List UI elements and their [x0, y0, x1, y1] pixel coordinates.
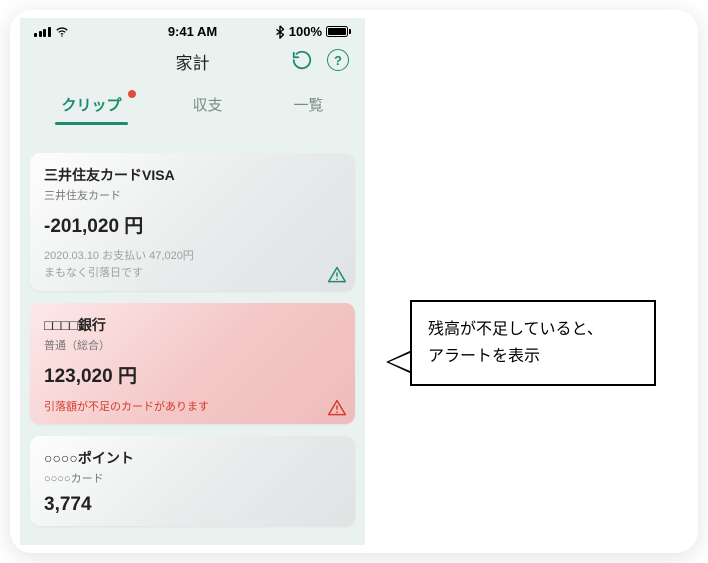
status-left [34, 25, 69, 39]
account-card[interactable]: ○○○○ポイント ○○○○カード 3,774 [30, 436, 355, 526]
signal-icon [34, 27, 51, 37]
card-amount: -201,020 円 [44, 211, 341, 238]
callout-line: アラートを表示 [428, 348, 540, 365]
tab-balance[interactable]: 収支 [180, 86, 234, 125]
battery-percent: 100% [289, 24, 322, 39]
status-bar: 9:41 AM 100% [20, 18, 365, 41]
card-subtitle: ○○○○カード [44, 470, 341, 486]
card-title: 三井住友カードVISA [44, 165, 341, 185]
tab-label: 一覧 [293, 97, 323, 114]
refresh-icon [291, 49, 313, 71]
tab-list[interactable]: 一覧 [281, 86, 335, 125]
tab-label: 収支 [192, 97, 222, 114]
card-warning-text: 引落額が不足のカードがあります [44, 398, 341, 414]
wifi-icon [55, 25, 69, 39]
callout-line: 残高が不足していると、 [428, 321, 603, 338]
card-title: □□□□銀行 [44, 315, 341, 335]
header-actions: ? [289, 47, 351, 73]
card-subtitle: 三井住友カード [44, 187, 341, 203]
alert-triangle-icon [327, 398, 347, 418]
card-title: ○○○○ポイント [44, 448, 341, 468]
help-button[interactable]: ? [325, 47, 351, 73]
bluetooth-icon [275, 25, 285, 39]
notification-dot-icon [128, 90, 136, 98]
card-amount: 3,774 [44, 494, 341, 516]
card-list: 三井住友カードVISA 三井住友カード -201,020 円 2020.03.1… [20, 125, 365, 545]
card-subtitle: 普通（総合） [44, 337, 341, 353]
annotation-callout: 残高が不足していると、 アラートを表示 [410, 300, 656, 386]
account-card-alert[interactable]: □□□□銀行 普通（総合） 123,020 円 引落額が不足のカードがあります [30, 303, 355, 424]
callout-pointer-icon [386, 350, 412, 374]
battery-icon [326, 26, 351, 37]
refresh-button[interactable] [289, 47, 315, 73]
card-note: 2020.03.10 お支払い 47,020円 まもなく引落日です [44, 248, 341, 281]
tab-bar: クリップ 収支 一覧 [20, 80, 365, 125]
help-icon: ? [327, 49, 349, 71]
phone-screen: 9:41 AM 100% 家計 ? クリップ [20, 18, 365, 545]
more-button[interactable]: ••• [312, 538, 349, 545]
account-card[interactable]: 三井住友カードVISA 三井住友カード -201,020 円 2020.03.1… [30, 153, 355, 291]
card-amount: 123,020 円 [44, 361, 341, 388]
page-header: 家計 ? [20, 41, 365, 80]
status-time: 9:41 AM [168, 24, 217, 39]
warning-triangle-icon [327, 265, 347, 285]
tab-clip[interactable]: クリップ [49, 86, 133, 125]
tab-label: クリップ [61, 97, 121, 114]
more-row: ••• [30, 538, 355, 545]
status-right: 100% [275, 24, 351, 39]
app-frame: 9:41 AM 100% 家計 ? クリップ [10, 10, 698, 553]
